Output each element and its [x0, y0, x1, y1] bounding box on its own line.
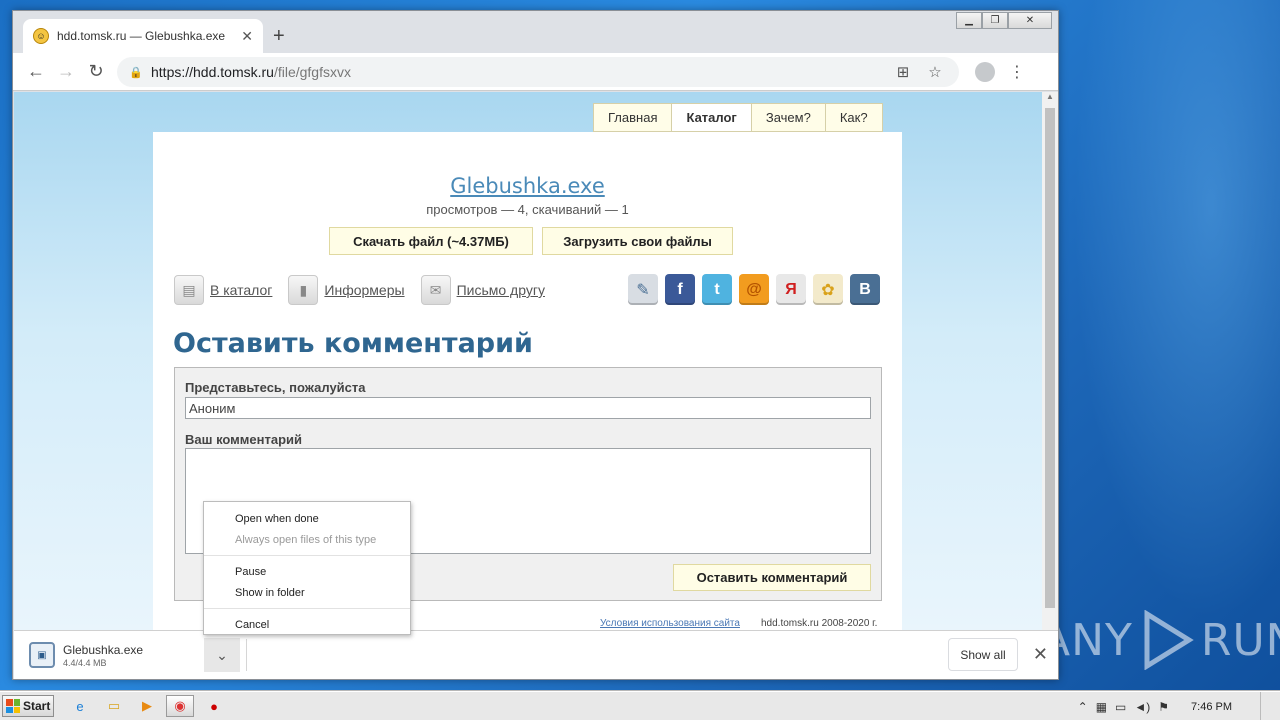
nav-catalog[interactable]: Каталог	[671, 103, 751, 132]
browser-toolbar: ← → ↻ 🔒 https://hdd.tomsk.ru/file/gfgfsx…	[13, 53, 1058, 91]
media-player-taskbar-icon[interactable]: ▶	[133, 695, 161, 717]
bookmark-star-icon[interactable]: ☆	[923, 63, 947, 81]
odnoklassniki-share-icon[interactable]: ✿	[813, 274, 843, 305]
lock-icon: 🔒	[129, 66, 143, 79]
nav-why[interactable]: Зачем?	[750, 103, 825, 132]
download-options-button[interactable]: ⌄	[204, 638, 240, 672]
download-progress: 4.4/4.4 MB	[63, 657, 107, 668]
name-label: Представьтесь, пожалуйста	[185, 380, 366, 395]
browser-tab[interactable]: ☺ hdd.tomsk.ru — Glebushka.exe ✕	[23, 19, 263, 53]
close-download-bar-icon[interactable]: ✕	[1033, 644, 1048, 665]
terms-link[interactable]: Условия использования сайта	[600, 618, 740, 629]
volume-icon[interactable]: ◄)	[1134, 700, 1150, 714]
comment-label: Ваш комментарий	[185, 432, 303, 447]
show-desktop-button[interactable]	[1260, 692, 1270, 720]
informers-link[interactable]: ▮ Информеры	[288, 275, 405, 305]
download-divider	[246, 639, 247, 671]
exe-file-icon: ▣	[29, 642, 55, 668]
download-context-menu: Open when done Always open files of this…	[203, 501, 411, 635]
action-center-flag-icon[interactable]: ⚑	[1158, 700, 1169, 714]
browser-window: ☺ hdd.tomsk.ru — Glebushka.exe ✕ + ▁ ❐ ✕…	[12, 10, 1059, 680]
email-friend-link-label: Письмо другу	[456, 282, 545, 298]
twitter-share-icon[interactable]: t	[702, 274, 732, 305]
minimize-button[interactable]: ▁	[956, 12, 982, 29]
start-label: Start	[23, 699, 51, 713]
page-viewport: Главная Каталог Зачем? Как? Glebushka.ex…	[14, 92, 1058, 630]
download-bar: ▣ Glebushka.exe 4.4/4.4 MB ⌄ Show all ✕	[14, 630, 1058, 679]
facebook-share-icon[interactable]: f	[665, 274, 695, 305]
reload-button[interactable]: ↻	[81, 57, 111, 87]
show-all-button[interactable]: Show all	[948, 638, 1018, 671]
close-window-button[interactable]: ✕	[1008, 12, 1052, 29]
catalog-icon: ▤	[174, 275, 204, 305]
desktop-background	[1050, 0, 1280, 690]
new-tab-button[interactable]: +	[273, 25, 285, 48]
url-text[interactable]: https://hdd.tomsk.ru/file/gfgfsxvx	[151, 64, 883, 80]
scrollbar-thumb[interactable]	[1045, 108, 1055, 608]
download-filename: Glebushka.exe	[63, 642, 144, 657]
file-title-link[interactable]: Glebushka.exe	[153, 174, 902, 198]
play-logo-icon	[1144, 610, 1194, 670]
social-share-buttons: ✎ f t @ Я ✿ B	[628, 274, 880, 305]
nav-home[interactable]: Главная	[593, 103, 672, 132]
yandex-share-icon[interactable]: Я	[776, 274, 806, 305]
informers-link-label: Информеры	[324, 282, 405, 298]
display-icon[interactable]: ▭	[1115, 700, 1126, 714]
upload-files-button[interactable]: Загрузить свои файлы	[542, 227, 733, 255]
windows-logo-icon	[6, 699, 20, 713]
vkontakte-share-icon[interactable]: B	[850, 274, 880, 305]
tray-expand-icon[interactable]: ⌃	[1078, 700, 1088, 714]
menu-separator	[204, 555, 410, 556]
anyrun-watermark: ANY RUN	[1040, 608, 1280, 672]
chrome-taskbar-icon[interactable]: ◉	[166, 695, 194, 717]
opera-taskbar-icon[interactable]: ●	[200, 695, 228, 717]
comment-heading: Оставить комментарий	[173, 328, 533, 359]
network-icon[interactable]: ▦	[1096, 700, 1107, 714]
menu-separator	[204, 608, 410, 609]
catalog-link[interactable]: ▤ В каталог	[174, 275, 272, 305]
tab-title: hdd.tomsk.ru — Glebushka.exe	[57, 29, 226, 43]
address-bar[interactable]: 🔒 https://hdd.tomsk.ru/file/gfgfsxvx ⊞ ☆	[117, 56, 959, 87]
copyright-text: hdd.tomsk.ru 2008-2020 г.	[761, 618, 878, 629]
profile-avatar[interactable]	[975, 61, 995, 82]
scroll-up-icon[interactable]: ▲	[1042, 92, 1058, 106]
menu-cancel[interactable]: Cancel	[204, 614, 410, 635]
livejournal-share-icon[interactable]: ✎	[628, 274, 658, 305]
catalog-link-label: В каталог	[210, 282, 273, 298]
name-input[interactable]	[185, 397, 871, 419]
tab-strip: ☺ hdd.tomsk.ru — Glebushka.exe ✕ + ▁ ❐ ✕	[13, 11, 1058, 53]
chart-icon: ▮	[288, 275, 319, 305]
translate-icon[interactable]: ⊞	[891, 63, 915, 81]
browser-menu-icon[interactable]: ⋮	[1009, 62, 1025, 82]
menu-show-in-folder[interactable]: Show in folder	[204, 582, 410, 603]
ie-taskbar-icon[interactable]: e	[66, 695, 94, 717]
window-controls: ▁ ❐ ✕	[956, 12, 1052, 29]
system-tray: ⌃ ▦ ▭ ◄) ⚑ 7:46 PM	[1078, 692, 1280, 720]
email-friend-link[interactable]: ✉ Письмо другу	[420, 275, 545, 305]
submit-comment-button[interactable]: Оставить комментарий	[673, 564, 871, 591]
action-links: ▤ В каталог ▮ Информеры ✉ Письмо другу	[174, 275, 545, 305]
restore-button[interactable]: ❐	[982, 12, 1008, 29]
forward-button[interactable]: →	[51, 57, 81, 87]
tab-close-icon[interactable]: ✕	[241, 28, 253, 45]
menu-pause[interactable]: Pause	[204, 561, 410, 582]
mail-icon: ✉	[420, 275, 451, 305]
site-favicon-icon: ☺	[33, 28, 49, 44]
mailru-share-icon[interactable]: @	[739, 274, 769, 305]
start-button[interactable]: Start	[2, 695, 54, 717]
menu-always-open: Always open files of this type	[235, 533, 377, 546]
back-button[interactable]: ←	[21, 57, 51, 87]
site-navigation: Главная Каталог Зачем? Как?	[593, 103, 883, 132]
taskbar-clock[interactable]: 7:46 PM	[1191, 701, 1232, 713]
menu-open-when-done[interactable]: Open when done	[204, 508, 410, 529]
nav-how[interactable]: Как?	[824, 103, 883, 132]
vertical-scrollbar[interactable]: ▲	[1042, 92, 1058, 630]
taskbar: Start e ▭ ▶ ◉ ● ⌃ ▦ ▭ ◄) ⚑ 7:46 PM	[0, 691, 1280, 720]
file-stats: просмотров — 4, скачиваний — 1	[426, 202, 629, 217]
explorer-taskbar-icon[interactable]: ▭	[100, 695, 128, 717]
download-file-button[interactable]: Скачать файл (~4.37МБ)	[329, 227, 533, 255]
